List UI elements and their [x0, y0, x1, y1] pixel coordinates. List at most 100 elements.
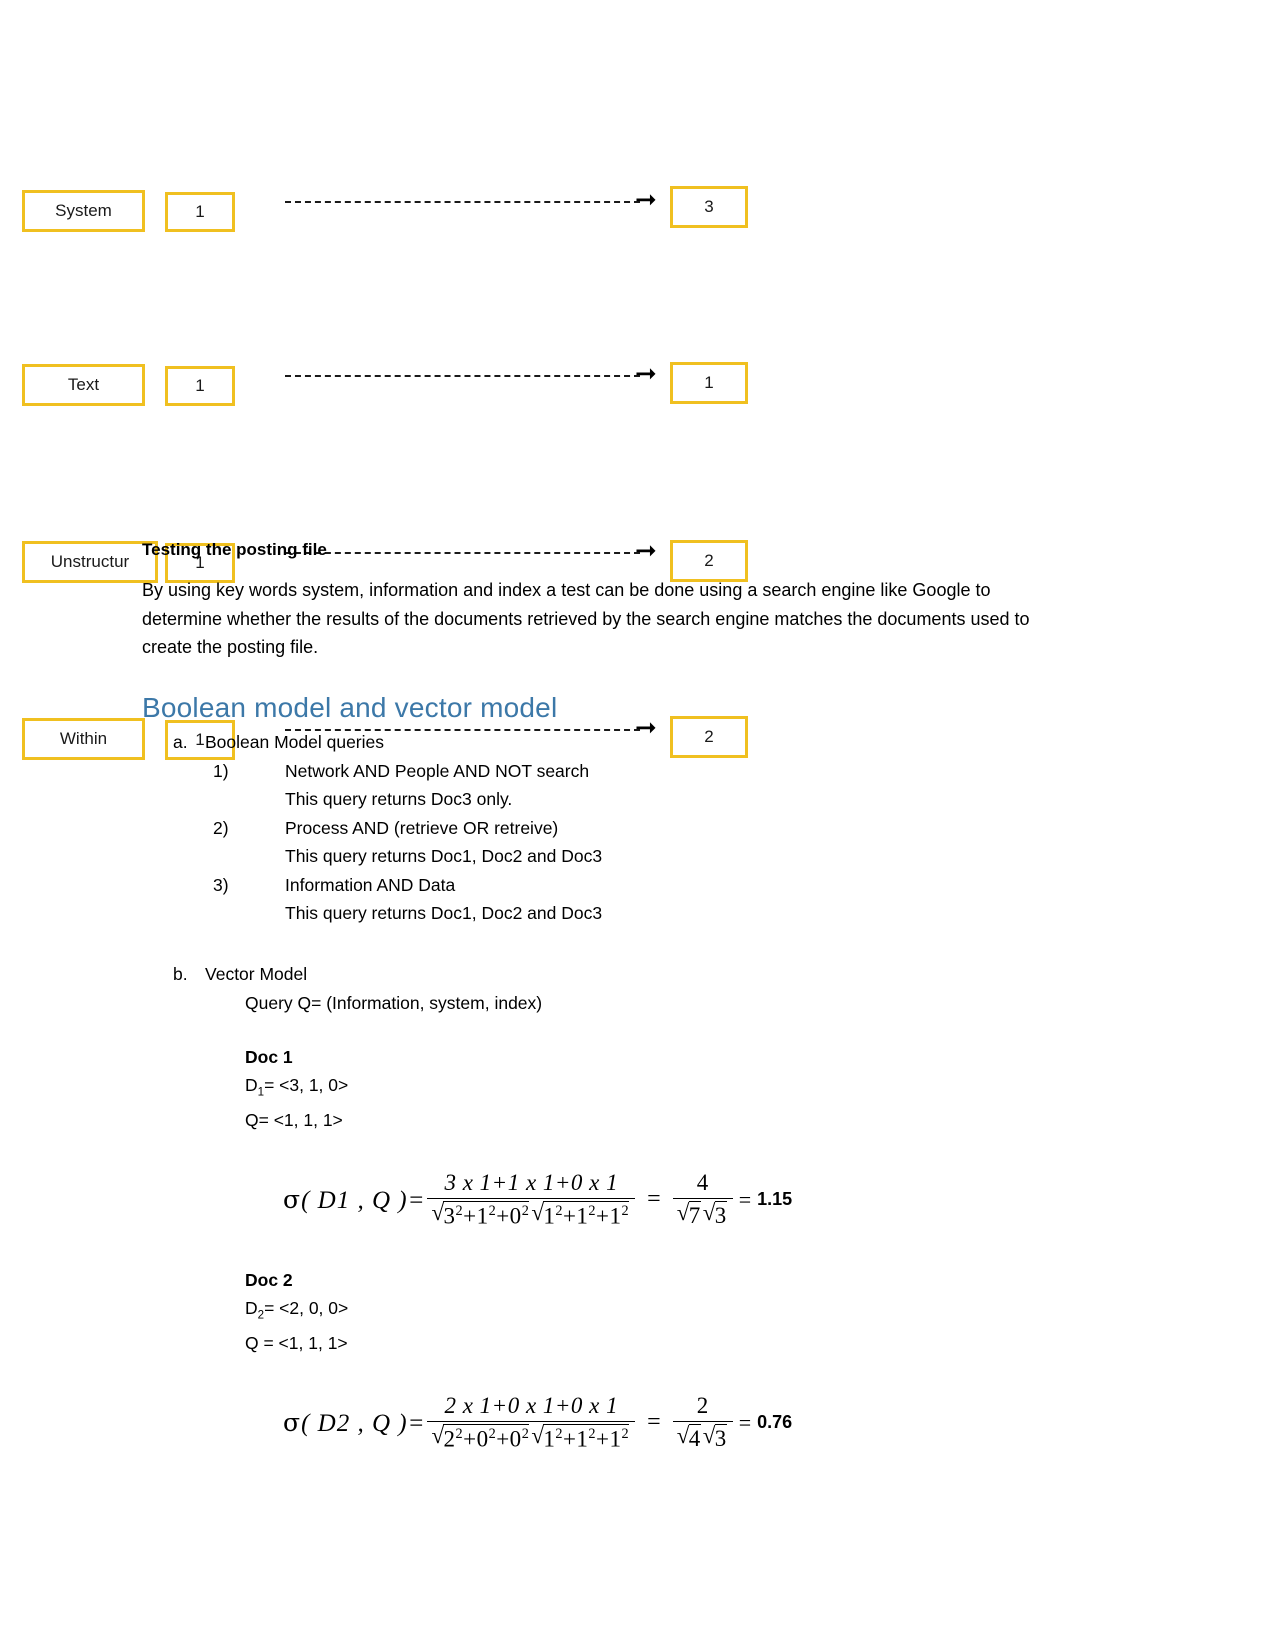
list-item-boolean-model: a. Boolean Model queries — [173, 732, 1062, 753]
sqrt-radicand: 32+12+02 — [443, 1201, 530, 1229]
formula-args: ( D1 , Q ) — [301, 1186, 408, 1214]
boolean-query-text: Network AND People AND NOT search — [285, 760, 590, 781]
sqrt-icon: 12+12+12 — [531, 1200, 630, 1230]
formula-denominator: 32+12+02 12+12+12 — [427, 1198, 636, 1230]
doc-vector-value: = <2, 0, 0> — [264, 1297, 349, 1318]
formula-fraction: 2 x 1+0 x 1+0 x 1 22+02+02 12+12+12 — [427, 1393, 636, 1453]
formula-final-equals: = — [738, 1186, 752, 1212]
sqrt-icon: 3 — [703, 1200, 727, 1229]
sigma-symbol: σ — [283, 1184, 302, 1214]
list-marker: 1) — [213, 760, 229, 781]
boolean-queries-list: 1) Network AND People AND NOT search Thi… — [213, 757, 1062, 928]
posting-row: Text 1 ➞ 1 — [0, 266, 1275, 406]
formula-numerator: 3 x 1+1 x 1+0 x 1 — [444, 1170, 619, 1195]
doc2-block: Doc 2 D2= <2, 0, 0> Q = <1, 1, 1> — [245, 1266, 1062, 1358]
simplified-denominator: 73 — [672, 1198, 733, 1229]
boolean-query-result: This query returns Doc3 only. — [285, 789, 513, 809]
doc1-cosine-formula: σ( D1 , Q )= 3 x 1+1 x 1+0 x 1 32+12+021… — [283, 1170, 1062, 1230]
formula-simplified-fraction: 2 43 — [672, 1393, 733, 1452]
list-item-vector-model: b. Vector Model — [173, 964, 1062, 985]
doc-vector-value: = <3, 1, 0> — [264, 1074, 349, 1095]
sqrt-radicand: 12+12+12 — [543, 1424, 630, 1452]
boolean-query-result: This query returns Doc1, Doc2 and Doc3 — [285, 846, 603, 866]
doc-vector-name: D — [245, 1297, 258, 1318]
boolean-query-result: This query returns Doc1, Doc2 and Doc3 — [285, 903, 603, 923]
posting-row: Within 1 ➞ 2 — [0, 442, 1275, 760]
simplified-numerator: 2 — [696, 1393, 709, 1419]
formula-fraction: 3 x 1+1 x 1+0 x 1 32+12+02 12+12+12 — [427, 1170, 636, 1230]
posting-row: Unstructur 1 ➞ 2 — [0, 354, 1275, 583]
dashed-arrow-right-icon: ➞ — [285, 186, 670, 214]
models-section-heading: Boolean model and vector model — [142, 691, 558, 723]
formula-mid-equals: = — [647, 1186, 661, 1213]
list-marker: 3) — [213, 874, 229, 895]
formula-equals: = — [407, 1186, 426, 1214]
sqrt-radicand: 22+02+02 — [443, 1424, 530, 1452]
sqrt-radicand: 7 — [688, 1201, 701, 1229]
sqrt-icon: 4 — [677, 1423, 701, 1452]
arrow-line — [285, 201, 640, 203]
term-box: Within — [22, 718, 145, 760]
list-item: 1) Network AND People AND NOT search — [213, 757, 1062, 786]
sigma-symbol: σ — [283, 1407, 302, 1437]
testing-section-heading: Testing the posting file — [142, 540, 327, 559]
formula-lhs: σ( D2 , Q )= — [283, 1408, 425, 1438]
doc2-cosine-formula: σ( D2 , Q )= 2 x 1+0 x 1+0 x 1 22+02+021… — [283, 1393, 1062, 1453]
document-body: Testing the posting file By using key wo… — [142, 540, 1062, 1453]
vector-model-list: b. Vector Model Query Q= (Information, s… — [173, 964, 1062, 1453]
vector-query-block: Query Q= (Information, system, index) — [245, 989, 1062, 1017]
doc-label: Doc 2 — [245, 1269, 293, 1290]
sqrt-radicand: 12+12+12 — [543, 1201, 630, 1229]
posting-row: System 1 ➞ 3 — [0, 178, 1275, 266]
doc-vector-line: D1= <3, 1, 0> — [245, 1071, 1062, 1107]
simplified-denominator: 43 — [672, 1421, 733, 1452]
list-marker: 2) — [213, 817, 229, 838]
posting-file-diagram: System 1 ➞ 3 Text 1 ➞ 1 Unstructur 1 ➞ 2… — [0, 178, 1275, 760]
formula-denominator: 22+02+02 12+12+12 — [427, 1421, 636, 1453]
formula-mid-equals: = — [647, 1409, 661, 1436]
list-item-label: Vector Model — [205, 963, 308, 984]
testing-section-paragraph: By using key words system, information a… — [142, 580, 1030, 657]
sqrt-icon: 32+12+02 — [431, 1200, 530, 1230]
formula-result: 0.76 — [757, 1412, 793, 1433]
list-item: 3) Information AND Data — [213, 871, 1062, 900]
doc-vector-name: D — [245, 1074, 258, 1095]
posting-box: 3 — [670, 186, 748, 228]
list-item-label: Boolean Model queries — [205, 731, 385, 752]
formula-args: ( D2 , Q ) — [301, 1409, 408, 1437]
sqrt-icon: 3 — [703, 1423, 727, 1452]
formula-lhs: σ( D1 , Q )= — [283, 1185, 425, 1215]
term-count-box: 1 — [165, 192, 235, 232]
sqrt-icon: 12+12+12 — [531, 1423, 630, 1453]
simplified-numerator: 4 — [696, 1170, 709, 1196]
sqrt-radicand: 3 — [714, 1201, 727, 1229]
sqrt-radicand: 3 — [714, 1424, 727, 1452]
doc-vector-line: D2= <2, 0, 0> — [245, 1294, 1062, 1330]
term-box: System — [22, 190, 145, 232]
query-vector-line: Q= <1, 1, 1> — [245, 1110, 343, 1130]
arrow-head-icon: ➞ — [635, 184, 657, 214]
boolean-model-list: a. Boolean Model queries 1) Network AND … — [173, 732, 1062, 928]
sqrt-radicand: 4 — [688, 1424, 701, 1452]
doc-label: Doc 1 — [245, 1046, 293, 1067]
formula-result: 1.15 — [757, 1189, 793, 1210]
boolean-query-text: Information AND Data — [285, 874, 456, 895]
query-vector-line: Q = <1, 1, 1> — [245, 1333, 348, 1354]
vector-query-line: Query Q= (Information, system, index) — [245, 992, 543, 1013]
formula-numerator: 2 x 1+0 x 1+0 x 1 — [444, 1393, 619, 1419]
list-item: 2) Process AND (retrieve OR retreive) — [213, 814, 1062, 843]
doc1-block: Doc 1 D1= <3, 1, 0> Q= <1, 1, 1> — [245, 1043, 1062, 1135]
formula-final-equals: = — [738, 1409, 752, 1435]
list-marker: a. — [173, 731, 188, 752]
formula-simplified-fraction: 4 73 — [672, 1170, 733, 1229]
boolean-query-text: Process AND (retrieve OR retreive) — [285, 817, 559, 838]
formula-equals: = — [407, 1409, 426, 1437]
sqrt-icon: 22+02+02 — [431, 1423, 530, 1453]
list-marker: b. — [173, 963, 188, 984]
sqrt-icon: 7 — [677, 1200, 701, 1229]
